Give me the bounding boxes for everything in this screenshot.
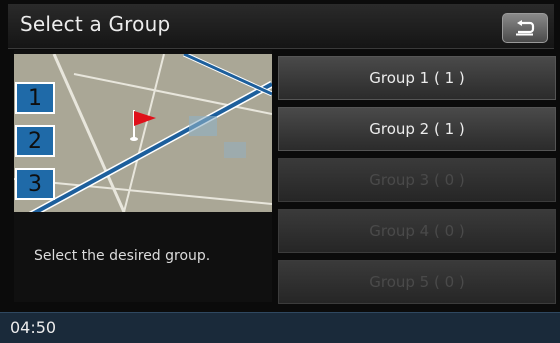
group-4-button: Group 4 ( 0 ) (278, 209, 556, 253)
back-arrow-icon (516, 20, 535, 36)
marker-1: 1 (15, 82, 55, 114)
left-panel: 1 2 3 Select the desired group. (14, 50, 272, 302)
status-bar: 04:50 (0, 312, 560, 343)
navigation-screen: Select a Group 1 2 3 Select the desired … (0, 0, 560, 343)
group-3-button: Group 3 ( 0 ) (278, 158, 556, 202)
red-flag-icon (130, 110, 156, 141)
group-5-button: Group 5 ( 0 ) (278, 260, 556, 304)
instruction-text: Select the desired group. (34, 248, 211, 264)
marker-3: 3 (15, 168, 55, 200)
group-list: Group 1 ( 1 ) Group 2 ( 1 ) Group 3 ( 0 … (278, 56, 556, 306)
group-1-button[interactable]: Group 1 ( 1 ) (278, 56, 556, 100)
header-bar: Select a Group (8, 4, 554, 49)
page-title: Select a Group (20, 12, 171, 36)
clock: 04:50 (10, 318, 57, 337)
marker-2: 2 (15, 125, 55, 157)
back-button[interactable] (502, 13, 548, 43)
map-preview: 1 2 3 (14, 54, 272, 212)
group-2-button[interactable]: Group 2 ( 1 ) (278, 107, 556, 151)
